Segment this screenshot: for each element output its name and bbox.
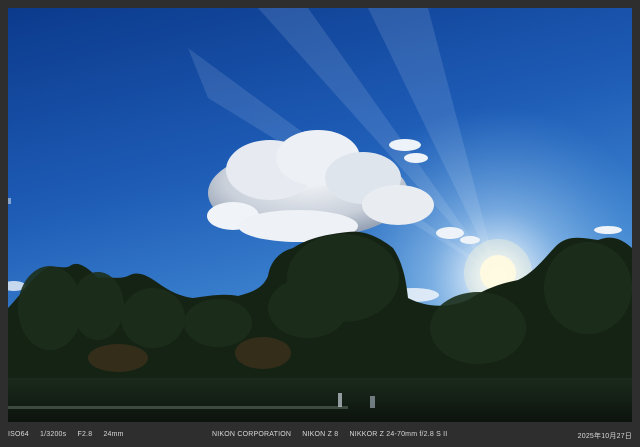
focal-length-value: 24mm	[103, 431, 124, 438]
iso-value: ISO64	[8, 431, 29, 438]
photo-frame: ISO64 1/3200s F2.8 24mm NIKON CORPORATIO…	[0, 0, 640, 447]
exif-caption: ISO64 1/3200s F2.8 24mm NIKON CORPORATIO…	[0, 426, 640, 447]
capture-date: 2025年10月27日	[577, 433, 632, 440]
path	[8, 406, 348, 409]
ground	[8, 378, 632, 422]
landscape-photo-svg	[8, 8, 632, 422]
camera-brand: NIKON CORPORATION	[212, 431, 292, 438]
person-silhouette	[370, 396, 375, 408]
camera-model: NIKON Z 8	[302, 431, 339, 438]
person-silhouette	[338, 393, 342, 407]
lens-name: NIKKOR Z 24-70mm f/2.8 S II	[349, 431, 448, 438]
camera-info: NIKON CORPORATION NIKON Z 8 NIKKOR Z 24-…	[212, 431, 456, 438]
exposure-settings: ISO64 1/3200s F2.8 24mm	[8, 431, 133, 438]
shutter-value: 1/3200s	[40, 431, 67, 438]
landscape-photo	[8, 8, 632, 422]
lamp	[8, 198, 11, 204]
aperture-value: F2.8	[77, 431, 93, 438]
